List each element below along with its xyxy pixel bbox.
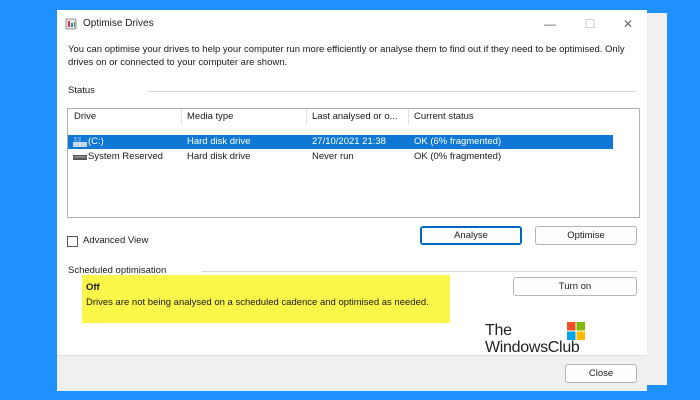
column-divider[interactable]	[306, 109, 307, 124]
watermark-text: The WindowsClub	[485, 322, 580, 356]
analyse-button[interactable]: Analyse	[420, 226, 522, 245]
drive-current-status: OK (0% fragmented)	[414, 151, 502, 162]
minimize-button[interactable]: —	[537, 15, 563, 33]
column-header-media-type[interactable]: Media type	[187, 111, 302, 122]
drive-current-status: OK (6% fragmented)	[414, 136, 502, 147]
column-divider[interactable]	[181, 109, 182, 124]
status-section-label: Status	[68, 85, 95, 96]
advanced-view-checkbox[interactable]	[67, 236, 78, 247]
close-window-button[interactable]: ✕	[615, 15, 641, 33]
close-button[interactable]: Close	[565, 364, 637, 383]
background-panel	[647, 13, 667, 385]
window-title: Optimise Drives	[83, 18, 154, 29]
drive-row-system-reserved[interactable]: System Reserved Hard disk drive Never ru…	[68, 150, 613, 164]
drive-media-type: Hard disk drive	[187, 136, 251, 147]
scheduled-status-highlight: Off Drives are not being analysed on a s…	[82, 275, 450, 323]
optimise-drives-window: Optimise Drives — ☐ ✕ You can optimise y…	[57, 10, 647, 391]
hard-drive-icon	[73, 155, 87, 160]
maximize-button[interactable]: ☐	[577, 15, 603, 33]
drive-name: System Reserved	[88, 151, 163, 162]
column-header-current-status[interactable]: Current status	[414, 111, 564, 122]
drive-last-analysed: 27/10/2021 21:38	[312, 136, 386, 147]
drive-last-analysed: Never run	[312, 151, 354, 162]
advanced-view-label[interactable]: Advanced View	[83, 235, 148, 246]
drive-list[interactable]: Drive Media type Last analysed or o... C…	[67, 108, 640, 218]
drive-row-c[interactable]: (C:) Hard disk drive 27/10/2021 21:38 OK…	[68, 135, 613, 149]
intro-text: You can optimise your drives to help you…	[68, 44, 625, 68]
windows-logo-icon	[567, 322, 585, 340]
watermark-line-2: WindowsClub	[485, 339, 580, 356]
column-header-drive[interactable]: Drive	[74, 111, 174, 122]
title-bar: Optimise Drives — ☐ ✕	[57, 10, 647, 38]
turn-on-button[interactable]: Turn on	[513, 277, 637, 296]
dialog-footer: Close	[57, 355, 647, 391]
drive-name: (C:)	[88, 136, 104, 147]
drive-media-type: Hard disk drive	[187, 151, 251, 162]
drive-list-header: Drive Media type Last analysed or o... C…	[68, 109, 639, 124]
column-header-last-analysed[interactable]: Last analysed or o...	[312, 111, 404, 122]
status-divider	[147, 91, 637, 92]
scheduled-description: Drives are not being analysed on a sched…	[86, 297, 429, 308]
scheduled-state: Off	[86, 282, 100, 293]
column-divider[interactable]	[408, 109, 409, 124]
optimise-button[interactable]: Optimise	[535, 226, 637, 245]
optimise-drives-app-icon	[65, 18, 77, 30]
scheduled-divider	[202, 271, 637, 272]
windows-drive-icon	[73, 137, 87, 147]
watermark-line-1: The	[485, 322, 512, 339]
